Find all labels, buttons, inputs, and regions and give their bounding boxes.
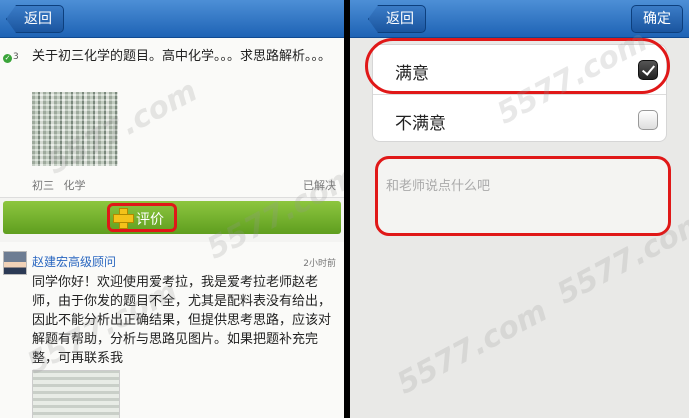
question-image-thumbnail[interactable] bbox=[32, 92, 118, 166]
comment-input[interactable]: 和老师说点什么吧 bbox=[375, 156, 671, 236]
option-label: 不满意 bbox=[395, 114, 446, 134]
back-button[interactable]: 返回 bbox=[6, 5, 64, 33]
checkbox-checked-icon[interactable] bbox=[638, 60, 658, 80]
option-label: 满意 bbox=[395, 64, 429, 84]
rating-options: 满意 不满意 bbox=[365, 38, 670, 143]
subject-tag: 化学 bbox=[63, 179, 86, 192]
answer-count-icon: ✓ bbox=[3, 54, 12, 63]
teacher-name[interactable]: 赵建宏高级顾问 bbox=[32, 253, 116, 270]
teacher-avatar[interactable] bbox=[3, 251, 27, 275]
question-card[interactable]: ✓ 3 关于初三化学的题目。高中化学。。。求思路解析。。。 初三 化学 已解决 bbox=[0, 38, 344, 198]
question-status: 已解决 bbox=[303, 179, 336, 192]
comment-placeholder: 和老师说点什么吧 bbox=[386, 179, 491, 194]
question-tags: 初三 化学 bbox=[32, 177, 86, 193]
option-unsatisfied[interactable]: 不满意 bbox=[373, 94, 666, 143]
option-satisfied[interactable]: 满意 bbox=[365, 38, 670, 94]
answer-card: 赵建宏高级顾问 2小时前 同学你好！欢迎使用爱考拉，我是爱考拉老师赵老师，由于你… bbox=[0, 242, 344, 418]
checkbox-unchecked-icon[interactable] bbox=[638, 110, 658, 130]
back-button[interactable]: 返回 bbox=[368, 5, 426, 33]
grade-tag: 初三 bbox=[32, 179, 54, 192]
question-detail-screen: 返回 ✓ 3 关于初三化学的题目。高中化学。。。求思路解析。。。 初三 化学 已… bbox=[0, 0, 344, 418]
answer-count: 3 bbox=[13, 52, 19, 62]
plus-icon bbox=[113, 208, 134, 229]
rate-button-label: 评价 bbox=[136, 212, 164, 228]
rating-screen: 返回 确定 满意 不满意 和老师说点什么吧 5577.com 5577.com … bbox=[350, 0, 689, 418]
answer-time: 2小时前 bbox=[303, 259, 336, 269]
top-nav-bar: 返回 确定 bbox=[350, 0, 689, 38]
answer-text: 同学你好！欢迎使用爱考拉，我是爱考拉老师赵老师，由于你发的题目不全，尤其是配料表… bbox=[32, 275, 332, 366]
answer-image-thumbnail[interactable] bbox=[32, 370, 120, 418]
confirm-button[interactable]: 确定 bbox=[631, 5, 683, 33]
top-nav-bar: 返回 bbox=[0, 0, 344, 38]
watermark: 5577.com bbox=[391, 293, 554, 402]
rate-button[interactable]: 评价 bbox=[107, 203, 177, 232]
rate-bar[interactable]: 评价 bbox=[3, 201, 341, 234]
question-text: 关于初三化学的题目。高中化学。。。求思路解析。。。 bbox=[32, 49, 332, 64]
